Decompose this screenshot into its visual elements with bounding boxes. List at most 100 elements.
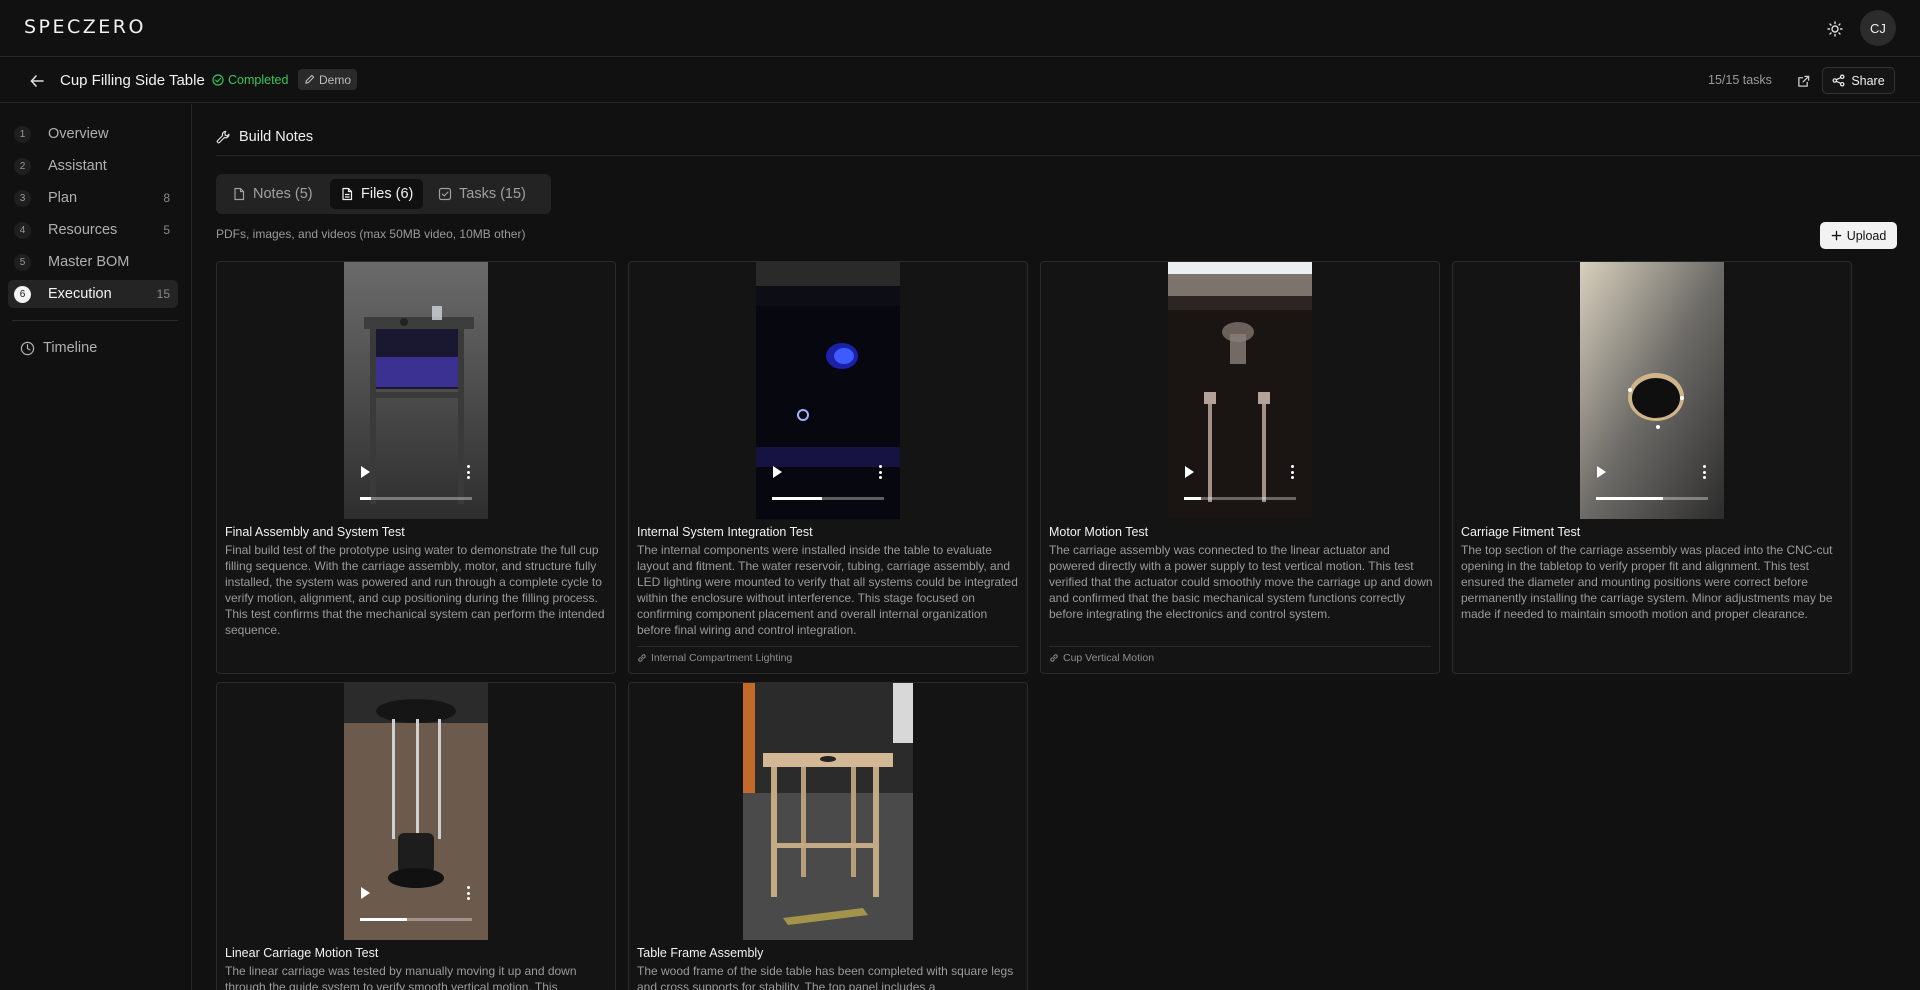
share-label: Share <box>1851 73 1885 88</box>
video-progress-fill <box>1596 497 1664 500</box>
file-card[interactable]: Linear Carriage Motion Test The linear c… <box>216 682 616 990</box>
plus-icon <box>1831 230 1841 241</box>
sidebar-item-label: Overview <box>48 126 109 142</box>
step-number: 4 <box>14 221 31 239</box>
video-progress[interactable] <box>360 497 472 500</box>
file-description: Final build test of the prototype using … <box>225 543 605 637</box>
sidebar-item-label: Execution <box>48 286 112 302</box>
tab-label: Notes (5) <box>253 186 313 202</box>
video-player[interactable] <box>629 262 1027 519</box>
file-title: Internal System Integration Test <box>637 525 813 539</box>
play-icon[interactable] <box>1597 466 1606 478</box>
video-thumbnail[interactable] <box>344 683 488 940</box>
step-number: 2 <box>14 157 31 175</box>
play-icon[interactable] <box>773 466 782 478</box>
video-player[interactable] <box>217 262 615 519</box>
more-options-icon[interactable] <box>1291 465 1294 479</box>
sidebar-item-resources[interactable]: 4 Resources 5 <box>8 216 178 244</box>
video-progress[interactable] <box>772 497 884 500</box>
pencil-icon <box>305 74 315 84</box>
sidebar-item-overview[interactable]: 1 Overview <box>8 120 178 148</box>
more-options-icon[interactable] <box>1703 465 1706 479</box>
tab-label: Files (6) <box>361 186 414 202</box>
file-icon <box>234 187 245 201</box>
sidebar: 1 Overview 2 Assistant 3 Plan 8 4 Resour… <box>0 104 192 990</box>
project-header: Cup Filling Side Table Completed Demo 15… <box>0 58 1920 103</box>
status-badge: Completed <box>212 73 288 87</box>
linked-task-label: Cup Vertical Motion <box>1063 652 1155 664</box>
video-progress-fill <box>360 497 372 500</box>
timeline-label: Timeline <box>43 340 98 356</box>
demo-badge[interactable]: Demo <box>298 69 358 90</box>
tab-files[interactable]: Files (6) <box>330 179 424 209</box>
file-text-icon <box>342 187 353 201</box>
tab-tasks[interactable]: Tasks (15) <box>428 179 536 209</box>
linked-task[interactable]: Internal Compartment Lighting <box>637 652 792 664</box>
section-divider <box>216 155 1920 156</box>
file-description: The linear carriage was tested by manual… <box>225 964 577 990</box>
sidebar-item-label: Assistant <box>48 158 107 174</box>
sidebar-item-count: 5 <box>163 223 170 237</box>
tab-bar: Notes (5) Files (6) Tasks (15) <box>216 174 551 214</box>
card-divider <box>637 646 1019 647</box>
sidebar-item-count: 15 <box>156 287 170 301</box>
app-logo[interactable]: SPECZERO <box>24 16 146 38</box>
theme-toggle-icon[interactable] <box>1823 17 1847 41</box>
file-description: The carriage assembly was connected to t… <box>1049 543 1433 621</box>
sidebar-item-label: Master BOM <box>48 254 130 270</box>
section-title: Build Notes <box>216 129 313 145</box>
sidebar-item-execution[interactable]: 6 Execution 15 <box>8 280 178 308</box>
check-circle-icon <box>212 74 224 86</box>
play-icon[interactable] <box>361 887 370 899</box>
video-progress[interactable] <box>1184 497 1296 500</box>
sidebar-item-master-bom[interactable]: 5 Master BOM <box>8 248 178 276</box>
share-button[interactable]: Share <box>1822 67 1895 94</box>
clock-icon <box>20 341 35 355</box>
file-title: Linear Carriage Motion Test <box>225 946 379 960</box>
video-progress[interactable] <box>1596 497 1708 500</box>
sidebar-item-label: Plan <box>48 190 78 206</box>
video-progress[interactable] <box>360 918 472 921</box>
card-divider <box>1049 646 1431 647</box>
step-number: 1 <box>14 125 31 143</box>
video-thumbnail[interactable] <box>1580 262 1724 519</box>
sidebar-item-timeline[interactable]: Timeline <box>20 340 97 356</box>
video-player[interactable] <box>1453 262 1851 519</box>
external-link-icon[interactable] <box>1794 72 1812 90</box>
video-progress-fill <box>772 497 823 500</box>
video-thumbnail[interactable] <box>344 262 488 519</box>
tab-notes[interactable]: Notes (5) <box>222 179 323 209</box>
linked-task[interactable]: Cup Vertical Motion <box>1049 652 1154 664</box>
file-card[interactable]: Internal System Integration Test The int… <box>628 261 1028 674</box>
upload-button[interactable]: Upload <box>1820 222 1897 249</box>
video-thumbnail[interactable] <box>756 262 900 519</box>
play-icon[interactable] <box>361 466 370 478</box>
video-thumbnail[interactable] <box>1168 262 1312 519</box>
video-player[interactable] <box>1041 262 1439 519</box>
file-card[interactable]: Final Assembly and System Test Final bui… <box>216 261 616 674</box>
sidebar-item-assistant[interactable]: 2 Assistant <box>8 152 178 180</box>
image-thumbnail[interactable] <box>743 683 913 940</box>
more-options-icon[interactable] <box>467 465 470 479</box>
file-title: Carriage Fitment Test <box>1461 525 1581 539</box>
video-player[interactable] <box>217 683 615 940</box>
file-card[interactable]: Carriage Fitment Test The top section of… <box>1452 261 1852 674</box>
file-title: Table Frame Assembly <box>637 946 764 960</box>
tab-label: Tasks (15) <box>459 186 526 202</box>
file-description: The internal components were installed i… <box>637 543 1018 637</box>
more-options-icon[interactable] <box>467 886 470 900</box>
sidebar-item-plan[interactable]: 3 Plan 8 <box>8 184 178 212</box>
image-viewer[interactable] <box>629 683 1027 940</box>
project-title: Cup Filling Side Table <box>60 72 205 89</box>
file-card[interactable]: Table Frame Assembly The wood frame of t… <box>628 682 1028 990</box>
back-arrow-icon[interactable] <box>28 72 46 90</box>
more-options-icon[interactable] <box>879 465 882 479</box>
avatar[interactable]: CJ <box>1860 10 1896 46</box>
task-count: 15/15 tasks <box>1708 73 1772 87</box>
file-card[interactable]: Motor Motion Test The carriage assembly … <box>1040 261 1440 674</box>
sidebar-item-label: Resources <box>48 222 118 238</box>
play-icon[interactable] <box>1185 466 1194 478</box>
demo-label: Demo <box>319 72 352 87</box>
step-number: 5 <box>14 253 31 271</box>
file-description: The wood frame of the side table has bee… <box>637 964 1014 990</box>
